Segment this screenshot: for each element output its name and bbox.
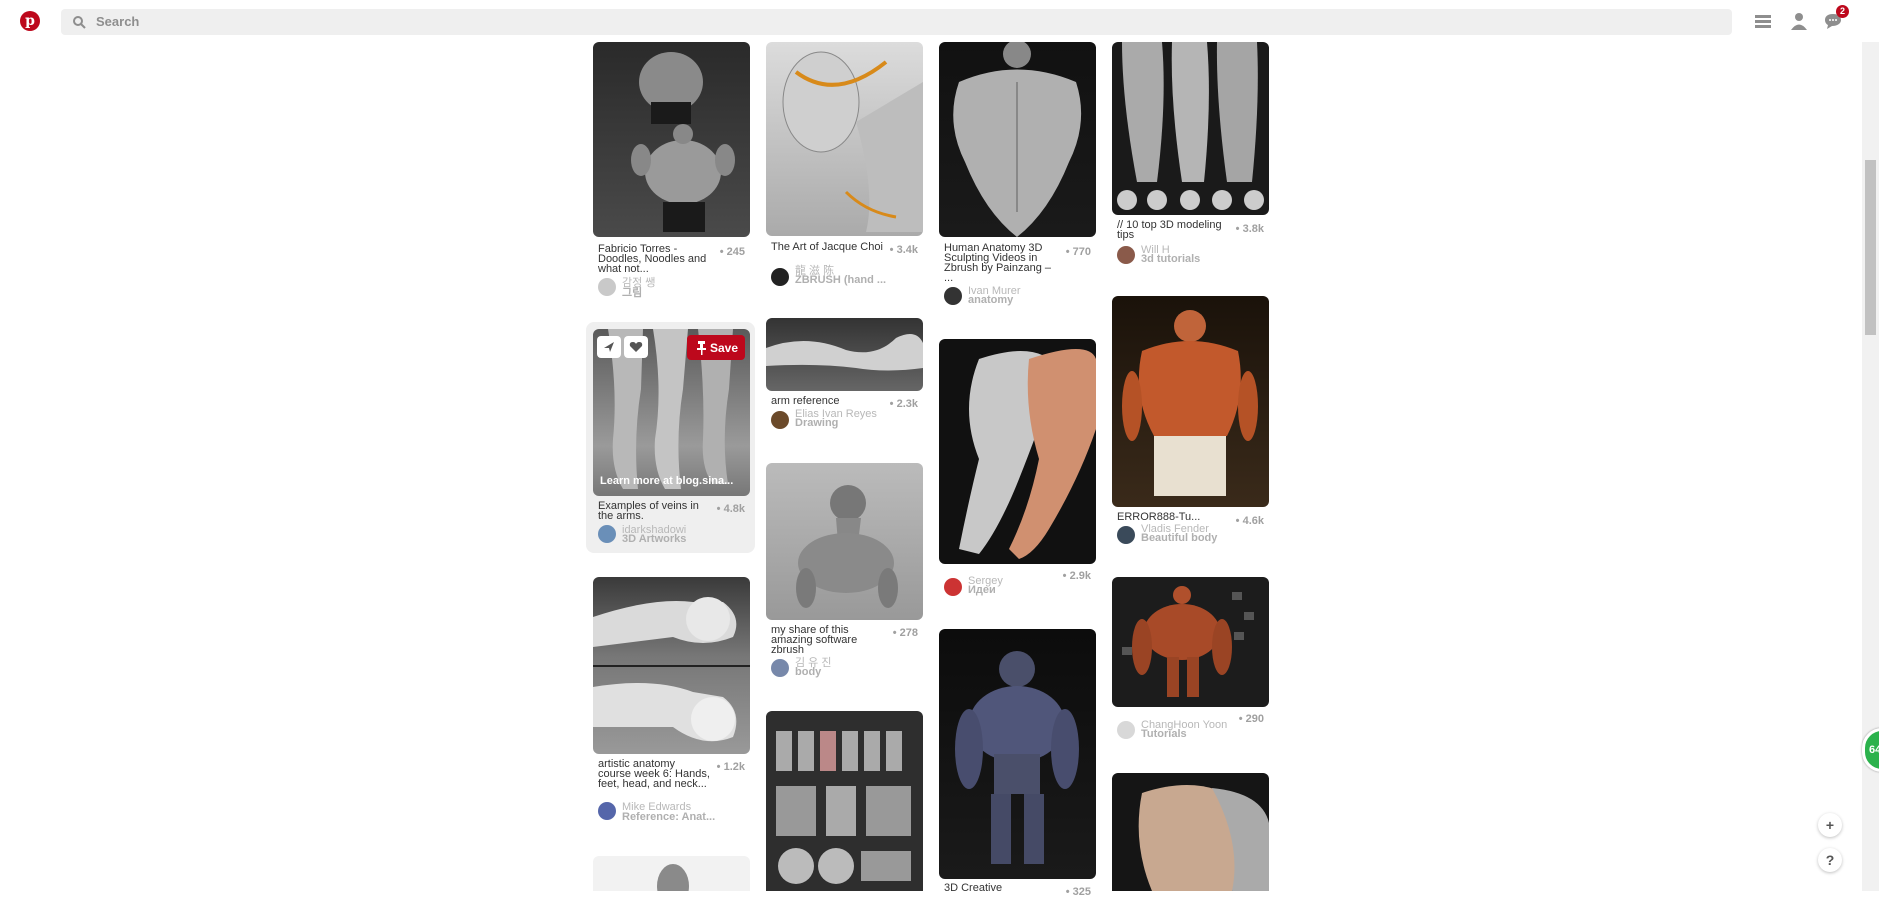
pin-save-count: • 3.4k [889,244,918,256]
pin-title[interactable]: ERROR888-Tu... [1117,512,1229,523]
pin-image[interactable] [1112,42,1269,215]
pin-title[interactable]: artistic anatomy course week 6: Hands, f… [598,759,710,790]
board-name[interactable]: Идеи [968,585,996,596]
pin-save-count: • 770 [1065,246,1091,258]
avatar[interactable] [771,268,789,286]
save-count-value: 325 [1072,886,1091,898]
avatar[interactable] [598,525,616,543]
search-input[interactable]: Search [96,14,139,29]
scrollbar-thumb[interactable] [1865,160,1876,335]
pin-image[interactable] [939,629,1096,879]
top-bar: p Search 2 [0,0,1879,42]
add-pin-button[interactable]: + [1818,813,1842,837]
avatar[interactable] [1117,721,1135,739]
board-name[interactable]: 3d tutorials [1141,254,1200,265]
board-name[interactable]: 그림 [622,288,642,299]
save-button[interactable]: Save [687,335,745,360]
pin-save-count: • 2.9k [1062,570,1091,582]
send-button[interactable] [597,336,621,358]
board-name[interactable]: Reference: Anat... [622,812,715,823]
pin-title[interactable]: my share of this amazing software zbrush [771,625,883,656]
pin-save-count: • 4.6k [1235,515,1264,527]
save-count-value: 3.8k [1242,223,1264,235]
save-count-value: 770 [1072,246,1091,258]
avatar[interactable] [598,802,616,820]
avatar[interactable] [1117,526,1135,544]
save-count-value: 290 [1245,713,1264,725]
save-count-value: 245 [726,246,745,258]
save-count-value: 2.9k [1069,570,1091,582]
pin-save-count: • 245 [719,246,745,258]
pin-save-count: • 2.3k [889,398,918,410]
avatar[interactable] [771,411,789,429]
avatar[interactable] [771,659,789,677]
pin-save-count: • 325 [1065,886,1091,898]
help-button[interactable]: ? [1818,848,1842,872]
pin-title[interactable]: Human Anatomy 3D Sculpting Videos in Zbr… [944,243,1056,284]
avatar[interactable] [598,278,616,296]
save-label: Save [710,341,739,355]
pin-image[interactable] [766,318,923,391]
pin-image[interactable] [593,856,750,891]
pin-title[interactable]: 3D Creative [944,883,1056,894]
pin-image[interactable] [766,711,923,891]
save-count-value: 4.8k [723,503,745,515]
pin-save-count: • 1.2k [716,761,745,773]
save-count-value: 278 [899,627,918,639]
save-count-value: 4.6k [1242,515,1264,527]
user-icon[interactable] [1789,11,1809,31]
save-count-value: 2.3k [896,398,918,410]
board-name[interactable]: Tutorials [1141,729,1187,740]
pin-save-count: • 4.8k [716,503,745,515]
source-link[interactable]: Learn more at blog.sina... [600,475,745,487]
save-count-value: 3.4k [896,244,918,256]
pin-image[interactable] [939,42,1096,237]
avatar[interactable] [944,578,962,596]
pin-image[interactable] [1112,296,1269,507]
search-bar[interactable]: Search [61,9,1732,35]
pin-image[interactable] [593,577,750,754]
pin-image[interactable] [593,42,750,237]
board-name[interactable]: anatomy [968,295,1013,306]
board-name[interactable]: 3D Artworks [622,534,686,545]
board-name[interactable]: body [795,667,821,678]
like-button[interactable] [624,336,648,358]
avatar[interactable] [944,287,962,305]
avatar[interactable] [1117,246,1135,264]
pinterest-logo-icon[interactable]: p [20,11,40,31]
pin-image[interactable] [1112,773,1269,891]
pin-image[interactable] [766,463,923,620]
pin-title[interactable]: Examples of veins in the arms. [598,501,710,522]
board-name[interactable]: Drawing [795,418,838,429]
pin-title[interactable]: The Art of Jacque Choi [771,242,883,253]
notification-badge: 2 [1836,5,1849,18]
pin-image[interactable] [1112,577,1269,707]
menu-icon[interactable] [1753,11,1773,31]
pin-image[interactable] [766,42,923,236]
pin-icon [697,341,706,355]
save-count-value: 1.2k [723,761,745,773]
pin-title[interactable]: arm reference [771,396,883,407]
heart-icon [629,342,643,352]
pin-save-count: • 278 [892,627,918,639]
board-name[interactable]: ZBRUSH (hand ... [795,275,886,286]
pin-title[interactable]: Fabricio Torres - Doodles, Noodles and w… [598,244,710,275]
search-icon [73,16,86,29]
send-icon [604,342,614,352]
pin-save-count: • 290 [1238,713,1264,725]
pin-image[interactable] [939,339,1096,564]
pin-save-count: • 3.8k [1235,223,1264,235]
board-name[interactable]: Beautiful body [1141,533,1217,544]
pin-title[interactable]: // 10 top 3D modeling tips [1117,220,1229,241]
